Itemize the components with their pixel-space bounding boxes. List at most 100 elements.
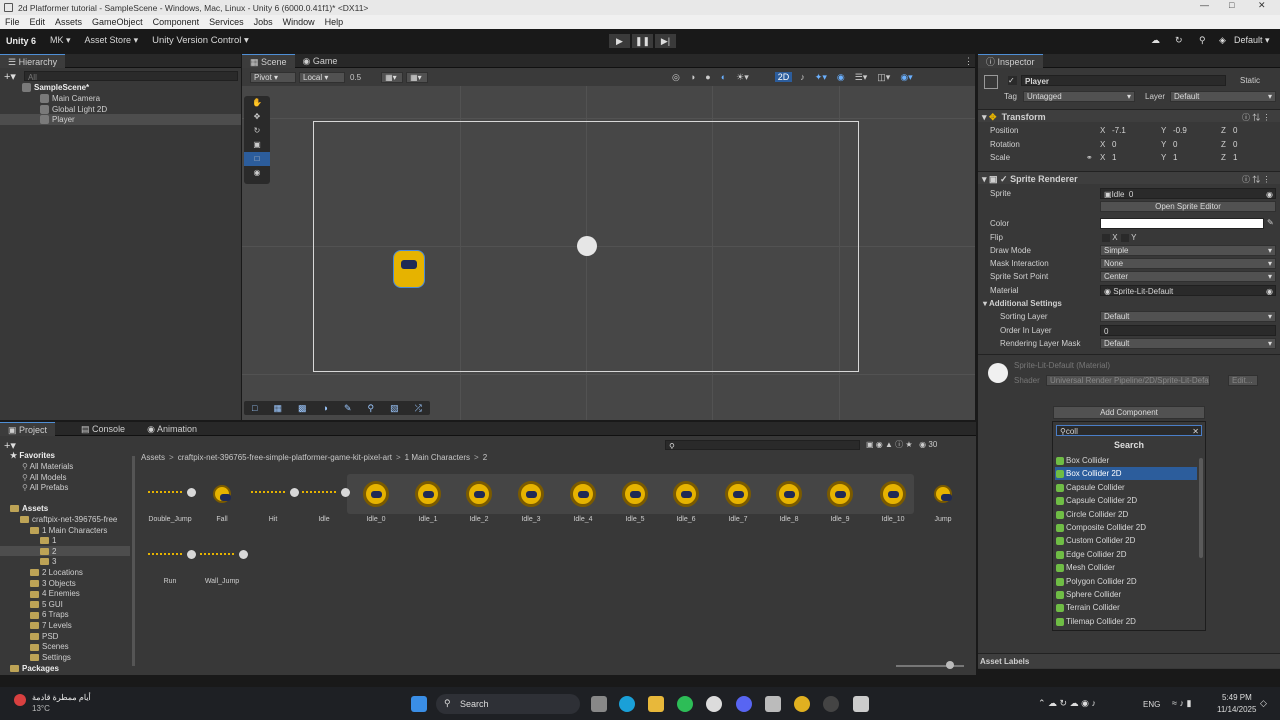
asset-labels-bar[interactable]: Asset Labels (978, 653, 1280, 668)
hierarchy-search-input[interactable]: All (23, 71, 238, 81)
sprite-asset-thumbnail[interactable] (570, 481, 596, 507)
material-field[interactable]: ◉ Sprite-Lit-Default ◉ (1100, 285, 1276, 296)
spritesheet-strip-icon[interactable] (251, 491, 285, 495)
transform-pos-y-field[interactable]: -0.9 (1170, 125, 1218, 136)
sprite-asset-thumbnail[interactable] (827, 481, 853, 507)
expand-play-icon[interactable] (341, 488, 350, 497)
expand-play-icon[interactable] (290, 488, 299, 497)
clock-date[interactable]: 11/14/2025 (1217, 705, 1256, 714)
random-tool-icon[interactable]: ⤮ (415, 403, 422, 414)
component-menu-icon[interactable]: ⓘ ⇅ ⋮ (1242, 174, 1270, 185)
component-option[interactable]: Circle Collider 2D (1055, 508, 1197, 521)
menu-item[interactable]: Window (283, 17, 315, 27)
light-gizmo-icon[interactable] (577, 236, 597, 256)
move-tool-icon[interactable]: ✥ (244, 110, 270, 124)
spritesheet-strip-icon[interactable] (148, 491, 182, 495)
scale-tool-icon[interactable]: ▣ (244, 138, 270, 152)
project-tree-item[interactable]: 3 Objects (30, 579, 76, 588)
pause-button[interactable]: ❚❚ (632, 34, 653, 48)
snap-value[interactable]: 0.5 (350, 73, 361, 82)
select-tool-icon[interactable]: □ (252, 403, 257, 413)
tree-scrollbar[interactable] (132, 456, 135, 666)
transform-pos-z-field[interactable]: 0 (1230, 125, 1278, 136)
add-object-button[interactable]: +▾ (4, 70, 16, 83)
tab-scene[interactable]: ▦ Scene (242, 53, 295, 68)
file-explorer-icon[interactable] (648, 696, 664, 712)
project-tree-item[interactable]: 3 (40, 557, 56, 566)
task-view-icon[interactable] (591, 696, 607, 712)
language-indicator[interactable]: ENG (1143, 700, 1160, 709)
chrome-icon[interactable] (794, 696, 810, 712)
hierarchy-item-player[interactable]: Player (40, 115, 75, 125)
solid-shading-icon[interactable]: ● (705, 72, 710, 82)
menu-item[interactable]: Edit (30, 17, 46, 27)
edge-icon[interactable] (619, 696, 635, 712)
order-in-layer-field[interactable]: 0 (1100, 325, 1276, 336)
project-tree-item[interactable]: craftpix-net-396765-free (20, 515, 117, 524)
project-tree-item[interactable]: ⚲ All Models (22, 473, 67, 482)
toggle-2d-button[interactable]: 2D (774, 72, 793, 82)
scene-root-item[interactable]: SampleScene* (22, 83, 89, 93)
picker-tool-icon[interactable]: ✎ (344, 403, 352, 414)
rendering-layer-mask-dropdown[interactable]: Default ▾ (1100, 338, 1276, 349)
favorites-root[interactable]: ★ Favorites (10, 451, 55, 460)
sprite-asset-thumbnail[interactable] (363, 481, 389, 507)
constrain-scale-icon[interactable]: ⚭ (1086, 153, 1093, 162)
scene-more-icon[interactable]: ⋮ (964, 56, 973, 67)
menu-item[interactable]: Jobs (254, 17, 273, 27)
expand-play-icon[interactable] (187, 550, 196, 559)
fill-tool-icon[interactable]: ◑ (323, 403, 328, 413)
add-component-button[interactable]: Add Component (1053, 406, 1205, 419)
component-option[interactable]: Capsule Collider (1055, 481, 1197, 494)
project-tree-item[interactable]: 2 Locations (30, 568, 83, 577)
history-icon[interactable]: ↻ (1175, 35, 1183, 46)
fx-toggle-icon[interactable]: ✦▾ (815, 72, 827, 83)
component-option[interactable]: Edge Collider 2D (1055, 548, 1197, 561)
layers-icon[interactable]: ◈ (1219, 35, 1226, 46)
move-tile-icon[interactable]: ▦ (273, 403, 282, 414)
transform-rot-y-field[interactable]: 0 (1170, 139, 1218, 150)
maximize-button[interactable]: □ (1229, 0, 1234, 10)
grid-toggle-dropdown[interactable]: ▦▾ (406, 71, 429, 83)
tab-animation[interactable]: ◉ Animation (139, 422, 205, 436)
transform-tool-icon[interactable]: ◉ (244, 166, 270, 180)
component-option[interactable]: Polygon Collider 2D (1055, 575, 1197, 588)
brush-tool-icon[interactable]: ▩ (298, 403, 307, 414)
menu-item[interactable]: File (5, 17, 20, 27)
unity-hub-icon[interactable] (765, 696, 781, 712)
layout-dropdown[interactable]: Default ▾ (1234, 35, 1270, 46)
tray-icons[interactable]: ⌃ ☁ ↻ ☁ ◉ ♪ (1038, 698, 1096, 709)
account-button[interactable]: MK ▾ (50, 35, 71, 46)
zoom-slider-handle[interactable] (946, 661, 954, 669)
draw-mode-icon[interactable]: ◎ (672, 72, 680, 83)
breadcrumb-item[interactable]: craftpix-net-396765-free-simple-platform… (178, 453, 392, 462)
version-control-button[interactable]: Unity Version Control ▾ (152, 35, 249, 46)
sprite-asset-thumbnail[interactable] (622, 481, 648, 507)
player-sprite[interactable] (393, 250, 425, 288)
open-sprite-editor-button[interactable]: Open Sprite Editor (1100, 201, 1276, 212)
asset-store-button[interactable]: Asset Store ▾ (85, 35, 139, 46)
assets-root[interactable]: Assets (10, 504, 48, 513)
hand-tool-icon[interactable]: ✋ (244, 96, 270, 110)
whatsapp-icon[interactable] (677, 696, 693, 712)
camera-icon[interactable]: ◫▾ (877, 72, 890, 83)
component-option[interactable]: Custom Collider 2D (1055, 534, 1197, 547)
transform-rot-x-field[interactable]: 0 (1109, 139, 1157, 150)
shader-edit-button[interactable]: Edit... (1228, 375, 1258, 386)
minimize-button[interactable]: — (1200, 0, 1209, 10)
weather-widget[interactable]: أيام ممطرة قادمة 13°C (12, 692, 102, 716)
component-option[interactable]: Terrain Collider (1055, 601, 1197, 614)
breadcrumb-item[interactable]: 1 Main Characters (405, 453, 470, 462)
project-tree-item[interactable]: 6 Traps (30, 610, 69, 619)
flip-y-checkbox[interactable]: Y (1121, 233, 1136, 242)
project-tree-item[interactable]: 2 (40, 547, 56, 556)
project-tree-item[interactable]: ⚲ All Materials (22, 462, 73, 471)
component-menu-icon[interactable]: ⓘ ⇅ ⋮ (1242, 112, 1270, 123)
spritesheet-strip-icon[interactable] (148, 553, 182, 557)
transform-scl-x-field[interactable]: 1 (1109, 152, 1157, 163)
transform-header[interactable]: ▾ ✥ Transform ⓘ ⇅ ⋮ (978, 109, 1280, 122)
project-tree-item[interactable]: 4 Enemies (30, 589, 80, 598)
visibility-icon[interactable]: ◉ (837, 72, 845, 83)
expand-play-icon[interactable] (187, 488, 196, 497)
erase-tool-icon[interactable]: ▧ (390, 403, 399, 414)
